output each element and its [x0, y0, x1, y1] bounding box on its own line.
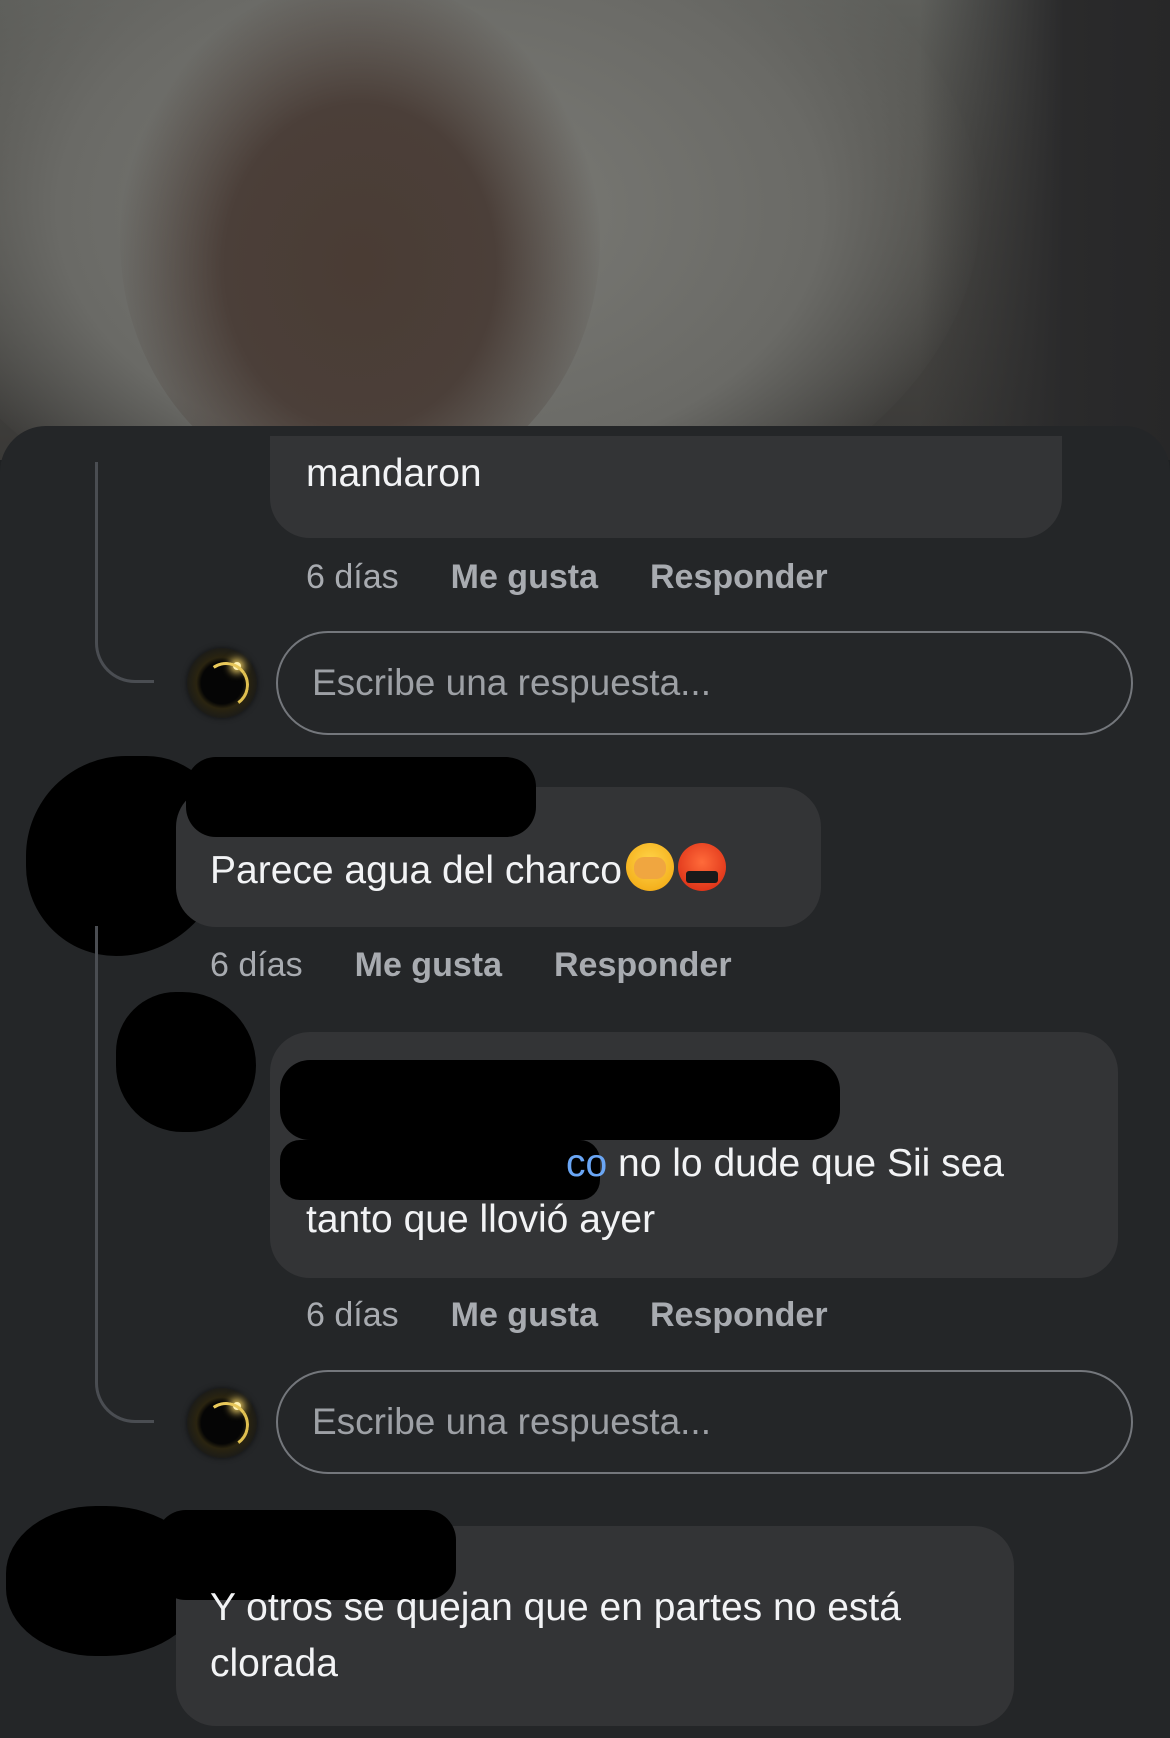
- comment-bubble: mandaron: [270, 436, 1062, 538]
- comments-sheet[interactable]: mandaron 6 días Me gusta Responder Escri…: [0, 426, 1170, 1738]
- like-button[interactable]: Me gusta: [355, 946, 502, 985]
- comment-text: co no lo dude que Sii sea tanto que llov…: [306, 1136, 1096, 1248]
- comment-meta: 6 días Me gusta Responder: [210, 946, 732, 985]
- comment-time: 6 días: [306, 558, 399, 596]
- video-background: [0, 0, 1170, 460]
- comment-time: 6 días: [210, 946, 303, 984]
- thread-line: [95, 926, 98, 1256]
- comment-text: mandaron: [306, 452, 482, 495]
- reply-button[interactable]: Responder: [650, 1296, 828, 1335]
- like-button[interactable]: Me gusta: [451, 558, 598, 597]
- current-user-avatar: [187, 648, 257, 718]
- reply-button[interactable]: Responder: [650, 558, 828, 597]
- thread-line: [95, 462, 154, 683]
- redacted-author-name: [280, 1060, 840, 1140]
- like-button[interactable]: Me gusta: [451, 1296, 598, 1335]
- comment-text: Y otros se quejan que en partes no está …: [210, 1580, 990, 1692]
- comment-meta: 6 días Me gusta Responder: [306, 1296, 828, 1335]
- current-user-avatar: [187, 1388, 257, 1458]
- comment-text: Parece agua del charco: [210, 843, 726, 899]
- comment-bubble: Parece agua del charco: [176, 757, 821, 927]
- comment-bubble: Y otros se quejan que en partes no está …: [156, 1510, 1014, 1726]
- comment-text-line2: clorada: [210, 1642, 338, 1685]
- comment-text-line1: no lo dude que Sii sea: [607, 1142, 1005, 1185]
- reply-input[interactable]: Escribe una respuesta...: [276, 631, 1133, 735]
- comment-text-line1: Y otros se quejan que en partes no está: [210, 1586, 901, 1629]
- mention-link[interactable]: co: [566, 1142, 607, 1185]
- comment-text-line2: tanto que llovió ayer: [306, 1198, 656, 1241]
- comment-time: 6 días: [306, 1296, 399, 1334]
- cursing-face-emoji: [677, 843, 726, 891]
- thread-line: [95, 1226, 154, 1423]
- comment-text-content: Parece agua del charco: [210, 849, 622, 892]
- redacted-avatar: [116, 992, 256, 1132]
- comment-meta: 6 días Me gusta Responder: [306, 558, 828, 597]
- hands-over-face-emoji: [625, 843, 674, 891]
- comment-bubble: co no lo dude que Sii sea tanto que llov…: [270, 1032, 1118, 1278]
- reply-input[interactable]: Escribe una respuesta...: [276, 1370, 1133, 1474]
- reply-button[interactable]: Responder: [554, 946, 732, 985]
- redacted-author-name: [186, 757, 536, 837]
